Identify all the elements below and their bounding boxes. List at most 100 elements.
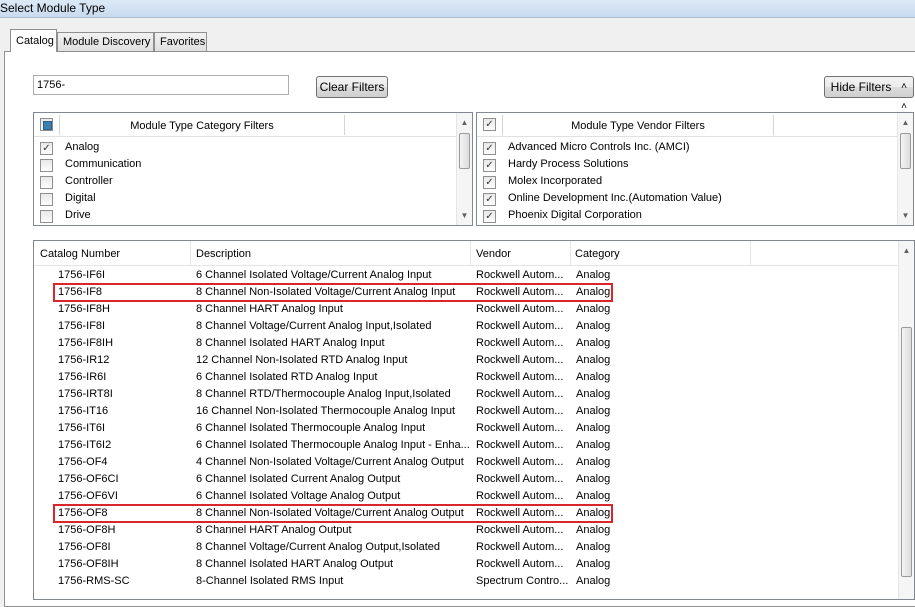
- vendor-cell: Rockwell Autom...: [476, 507, 564, 519]
- category-cell: Analog: [576, 320, 611, 332]
- catalog-number-cell: 1756-OF8H: [58, 524, 116, 536]
- catalog-number-cell: 1756-OF8I: [58, 541, 111, 553]
- column-header-vendor[interactable]: Vendor: [476, 248, 511, 260]
- vendor-filter-label: Advanced Micro Controls Inc. (AMCI): [508, 141, 690, 153]
- category-cell: Analog: [576, 473, 611, 485]
- catalog-number-cell: 1756-IT6I2: [58, 439, 112, 451]
- catalog-number-cell: 1756-IT16: [58, 405, 109, 417]
- catalog-number-cell: 1756-IF6I: [58, 269, 106, 281]
- table-row[interactable]: 1756-OF6VI 6 Channel Isolated Voltage Ana…: [34, 488, 898, 505]
- vendor-select-all-checkbox[interactable]: ✓: [483, 118, 496, 131]
- category-filter-checkbox[interactable]: [40, 210, 53, 223]
- hide-filters-button[interactable]: Hide Filters ˄ ˄: [824, 76, 914, 112]
- description-cell: 8 Channel Voltage/Current Analog Input,I…: [196, 320, 432, 332]
- catalog-number-cell: 1756-OF6VI: [58, 490, 118, 502]
- table-header: Catalog Number Description Vendor Catego…: [34, 241, 914, 266]
- tab-favorites[interactable]: Favorites: [154, 32, 207, 51]
- category-filter-checkbox[interactable]: [40, 176, 53, 189]
- table-row[interactable]: 1756-IRT8I 8 Channel RTD/Thermocouple Ana…: [34, 386, 898, 403]
- table-row[interactable]: 1756-IF8I 8 Channel Voltage/Current Analo…: [34, 318, 898, 335]
- vendor-filters-panel: ✓ Module Type Vendor Filters ✓ Advanced M…: [476, 112, 914, 226]
- column-header-category[interactable]: Category: [575, 248, 620, 260]
- vendor-filter-checkbox[interactable]: ✓: [483, 176, 496, 189]
- table-row[interactable]: 1756-OF6CI 6 Channel Isolated Current Ana…: [34, 471, 898, 488]
- category-cell: Analog: [576, 456, 611, 468]
- table-row[interactable]: 1756-IT6I2 6 Channel Isolated Thermocoupl…: [34, 437, 898, 454]
- description-cell: 8 Channel Non-Isolated Voltage/Current A…: [196, 286, 456, 298]
- category-cell: Analog: [576, 558, 611, 570]
- column-divider[interactable]: [570, 241, 571, 266]
- category-filter-label: Digital: [65, 192, 96, 204]
- description-cell: 6 Channel Isolated Voltage/Current Analo…: [196, 269, 432, 281]
- description-cell: 8 Channel Isolated HART Analog Input: [196, 337, 385, 349]
- hide-filters-label: Hide Filters: [830, 80, 892, 94]
- table-row[interactable]: 1756-IF6I 6 Channel Isolated Voltage/Curr…: [34, 267, 898, 284]
- category-cell: Analog: [576, 371, 611, 383]
- catalog-number-cell: 1756-OF4: [58, 456, 108, 468]
- table-row[interactable]: 1756-OF8H 8 Channel HART Analog Output Roc…: [34, 522, 898, 539]
- table-row[interactable]: 1756-IF8IH 8 Channel Isolated HART Analog…: [34, 335, 898, 352]
- category-filters-panel: Module Type Category Filters ✓ Analog Comm…: [33, 112, 473, 226]
- clear-filters-button[interactable]: Clear Filters: [316, 76, 388, 98]
- category-cell: Analog: [576, 354, 611, 366]
- category-select-all-checkbox[interactable]: [40, 118, 53, 131]
- category-cell: Analog: [576, 422, 611, 434]
- column-header-catalog-number[interactable]: Catalog Number: [40, 248, 120, 260]
- column-divider[interactable]: [190, 241, 191, 266]
- table-row[interactable]: 1756-RMS-SC 8-Channel Isolated RMS Input S…: [34, 573, 898, 590]
- scroll-thumb[interactable]: [459, 133, 470, 169]
- vendor-filter-checkbox[interactable]: ✓: [483, 193, 496, 206]
- tab-module-discovery[interactable]: Module Discovery: [57, 32, 154, 51]
- category-filter-checkbox[interactable]: [40, 159, 53, 172]
- vendor-cell: Rockwell Autom...: [476, 456, 564, 468]
- vendor-filters-header: ✓ Module Type Vendor Filters: [477, 113, 897, 137]
- column-divider[interactable]: [750, 241, 751, 266]
- description-cell: 8 Channel RTD/Thermocouple Analog Input,…: [196, 388, 451, 400]
- column-divider[interactable]: [470, 241, 471, 266]
- category-cell: Analog: [576, 439, 611, 451]
- table-row[interactable]: 1756-IT16 16 Channel Non-Isolated Thermoc…: [34, 403, 898, 420]
- vendor-filter-checkbox[interactable]: ✓: [483, 210, 496, 223]
- vendor-filter-checkbox[interactable]: ✓: [483, 159, 496, 172]
- table-row[interactable]: 1756-OF8 8 Channel Non-Isolated Voltage/C…: [34, 505, 898, 522]
- category-cell: Analog: [576, 286, 611, 298]
- tab-catalog[interactable]: Catalog: [10, 29, 57, 52]
- vendor-cell: Rockwell Autom...: [476, 354, 564, 366]
- description-cell: 8-Channel Isolated RMS Input: [196, 575, 344, 587]
- vendor-filter-checkbox[interactable]: ✓: [483, 142, 496, 155]
- table-row[interactable]: 1756-OF8IH 8 Channel Isolated HART Analog…: [34, 556, 898, 573]
- description-cell: 8 Channel Voltage/Current Analog Output,…: [196, 541, 441, 553]
- description-cell: 6 Channel Isolated RTD Analog Input: [196, 371, 378, 383]
- vendor-filters-scrollbar[interactable]: ▲ ▼: [897, 113, 913, 225]
- category-cell: Analog: [576, 303, 611, 315]
- scroll-down-icon[interactable]: ▼: [898, 208, 913, 223]
- table-row[interactable]: 1756-IR12 12 Channel Non-Isolated RTD Ana…: [34, 352, 898, 369]
- scroll-thumb[interactable]: [900, 133, 911, 169]
- column-header-description[interactable]: Description: [196, 248, 251, 260]
- catalog-scrollbar[interactable]: ▲: [898, 241, 914, 599]
- scroll-down-icon[interactable]: ▼: [457, 208, 472, 223]
- vendor-cell: Rockwell Autom...: [476, 490, 564, 502]
- scroll-up-icon[interactable]: ▲: [457, 115, 472, 130]
- table-row[interactable]: 1756-OF4 4 Channel Non-Isolated Voltage/C…: [34, 454, 898, 471]
- vendor-cell: Rockwell Autom...: [476, 286, 564, 298]
- table-row[interactable]: 1756-IF8 8 Channel Non-Isolated Voltage/C…: [34, 284, 898, 301]
- category-filter-label: Controller: [65, 175, 113, 187]
- description-cell: 6 Channel Isolated Thermocouple Analog I…: [196, 422, 426, 434]
- search-input[interactable]: [33, 75, 289, 95]
- table-row[interactable]: 1756-IT6I 6 Channel Isolated Thermocouple…: [34, 420, 898, 437]
- vendor-cell: Rockwell Autom...: [476, 422, 564, 434]
- vendor-cell: Rockwell Autom...: [476, 473, 564, 485]
- category-filters-scrollbar[interactable]: ▲ ▼: [456, 113, 472, 225]
- vendor-cell: Rockwell Autom...: [476, 541, 564, 553]
- category-filter-checkbox[interactable]: ✓: [40, 142, 53, 155]
- double-chevron-up-icon: ˄ ˄: [901, 81, 907, 112]
- scroll-up-icon[interactable]: ▲: [899, 243, 914, 258]
- table-row[interactable]: 1756-IF8H 8 Channel HART Analog Input Rock…: [34, 301, 898, 318]
- category-filter-checkbox[interactable]: [40, 193, 53, 206]
- vendor-cell: Rockwell Autom...: [476, 388, 564, 400]
- table-row[interactable]: 1756-OF8I 8 Channel Voltage/Current Analo…: [34, 539, 898, 556]
- table-row[interactable]: 1756-IR6I 6 Channel Isolated RTD Analog I…: [34, 369, 898, 386]
- scroll-thumb[interactable]: [901, 327, 912, 577]
- scroll-up-icon[interactable]: ▲: [898, 115, 913, 130]
